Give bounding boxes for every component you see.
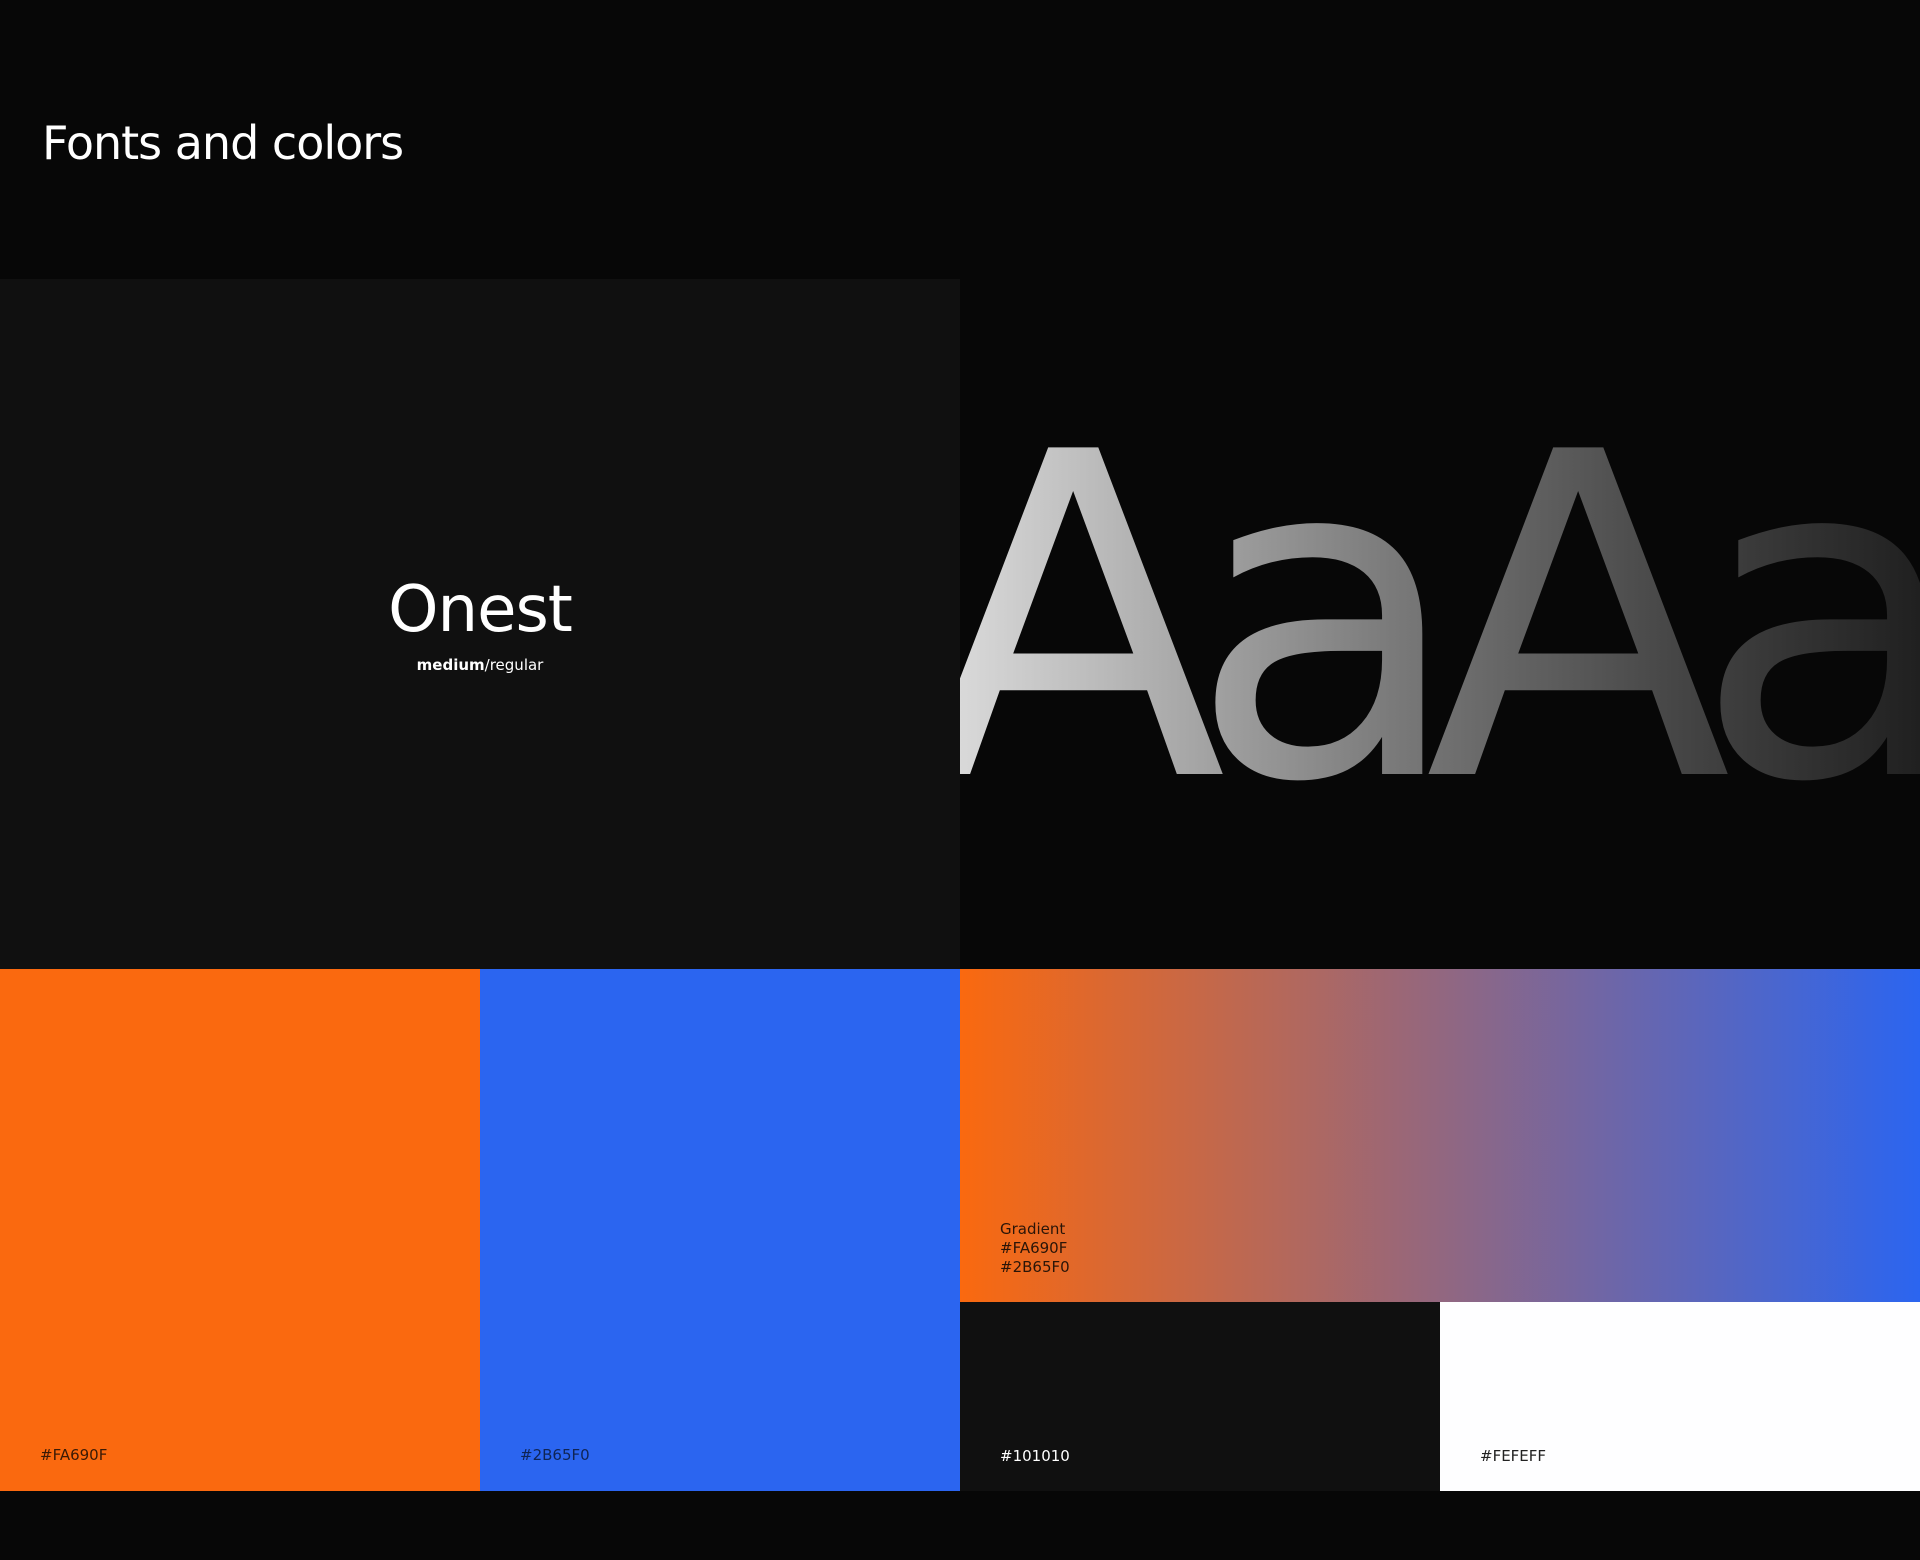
font-weights: medium/regular (0, 655, 960, 675)
font-specimen-card: AaAa (960, 279, 1920, 969)
font-family-card: Onest medium/regular (0, 279, 960, 969)
color-swatch-light-label: #FEFEFF (1480, 1447, 1547, 1465)
color-swatch-orange-label: #FA690F (40, 1446, 108, 1464)
font-specimen-text: AaAa (960, 358, 1920, 880)
font-weight-regular: regular (489, 656, 544, 674)
font-weight-medium: medium (416, 656, 485, 674)
font-family-name: Onest (388, 573, 573, 647)
gradient-stop-2: #2B65F0 (1000, 1258, 1070, 1276)
page-title: Fonts and colors (42, 116, 404, 170)
gradient-label-group: Gradient #FA690F #2B65F0 (1000, 1220, 1070, 1277)
color-swatch-orange: #FA690F (0, 969, 480, 1491)
color-swatch-dark-label: #101010 (1000, 1447, 1070, 1465)
color-swatch-dark: #101010 (960, 1302, 1440, 1491)
color-swatch-gradient: Gradient #FA690F #2B65F0 (960, 969, 1920, 1302)
gradient-title: Gradient (1000, 1220, 1066, 1238)
font-specimen-graphic: AaAa (960, 358, 1920, 880)
color-swatch-light: #FEFEFF (1440, 1302, 1920, 1491)
gradient-stop-1: #FA690F (1000, 1239, 1068, 1257)
color-swatch-blue: #2B65F0 (480, 969, 960, 1491)
color-swatch-blue-label: #2B65F0 (520, 1446, 590, 1464)
